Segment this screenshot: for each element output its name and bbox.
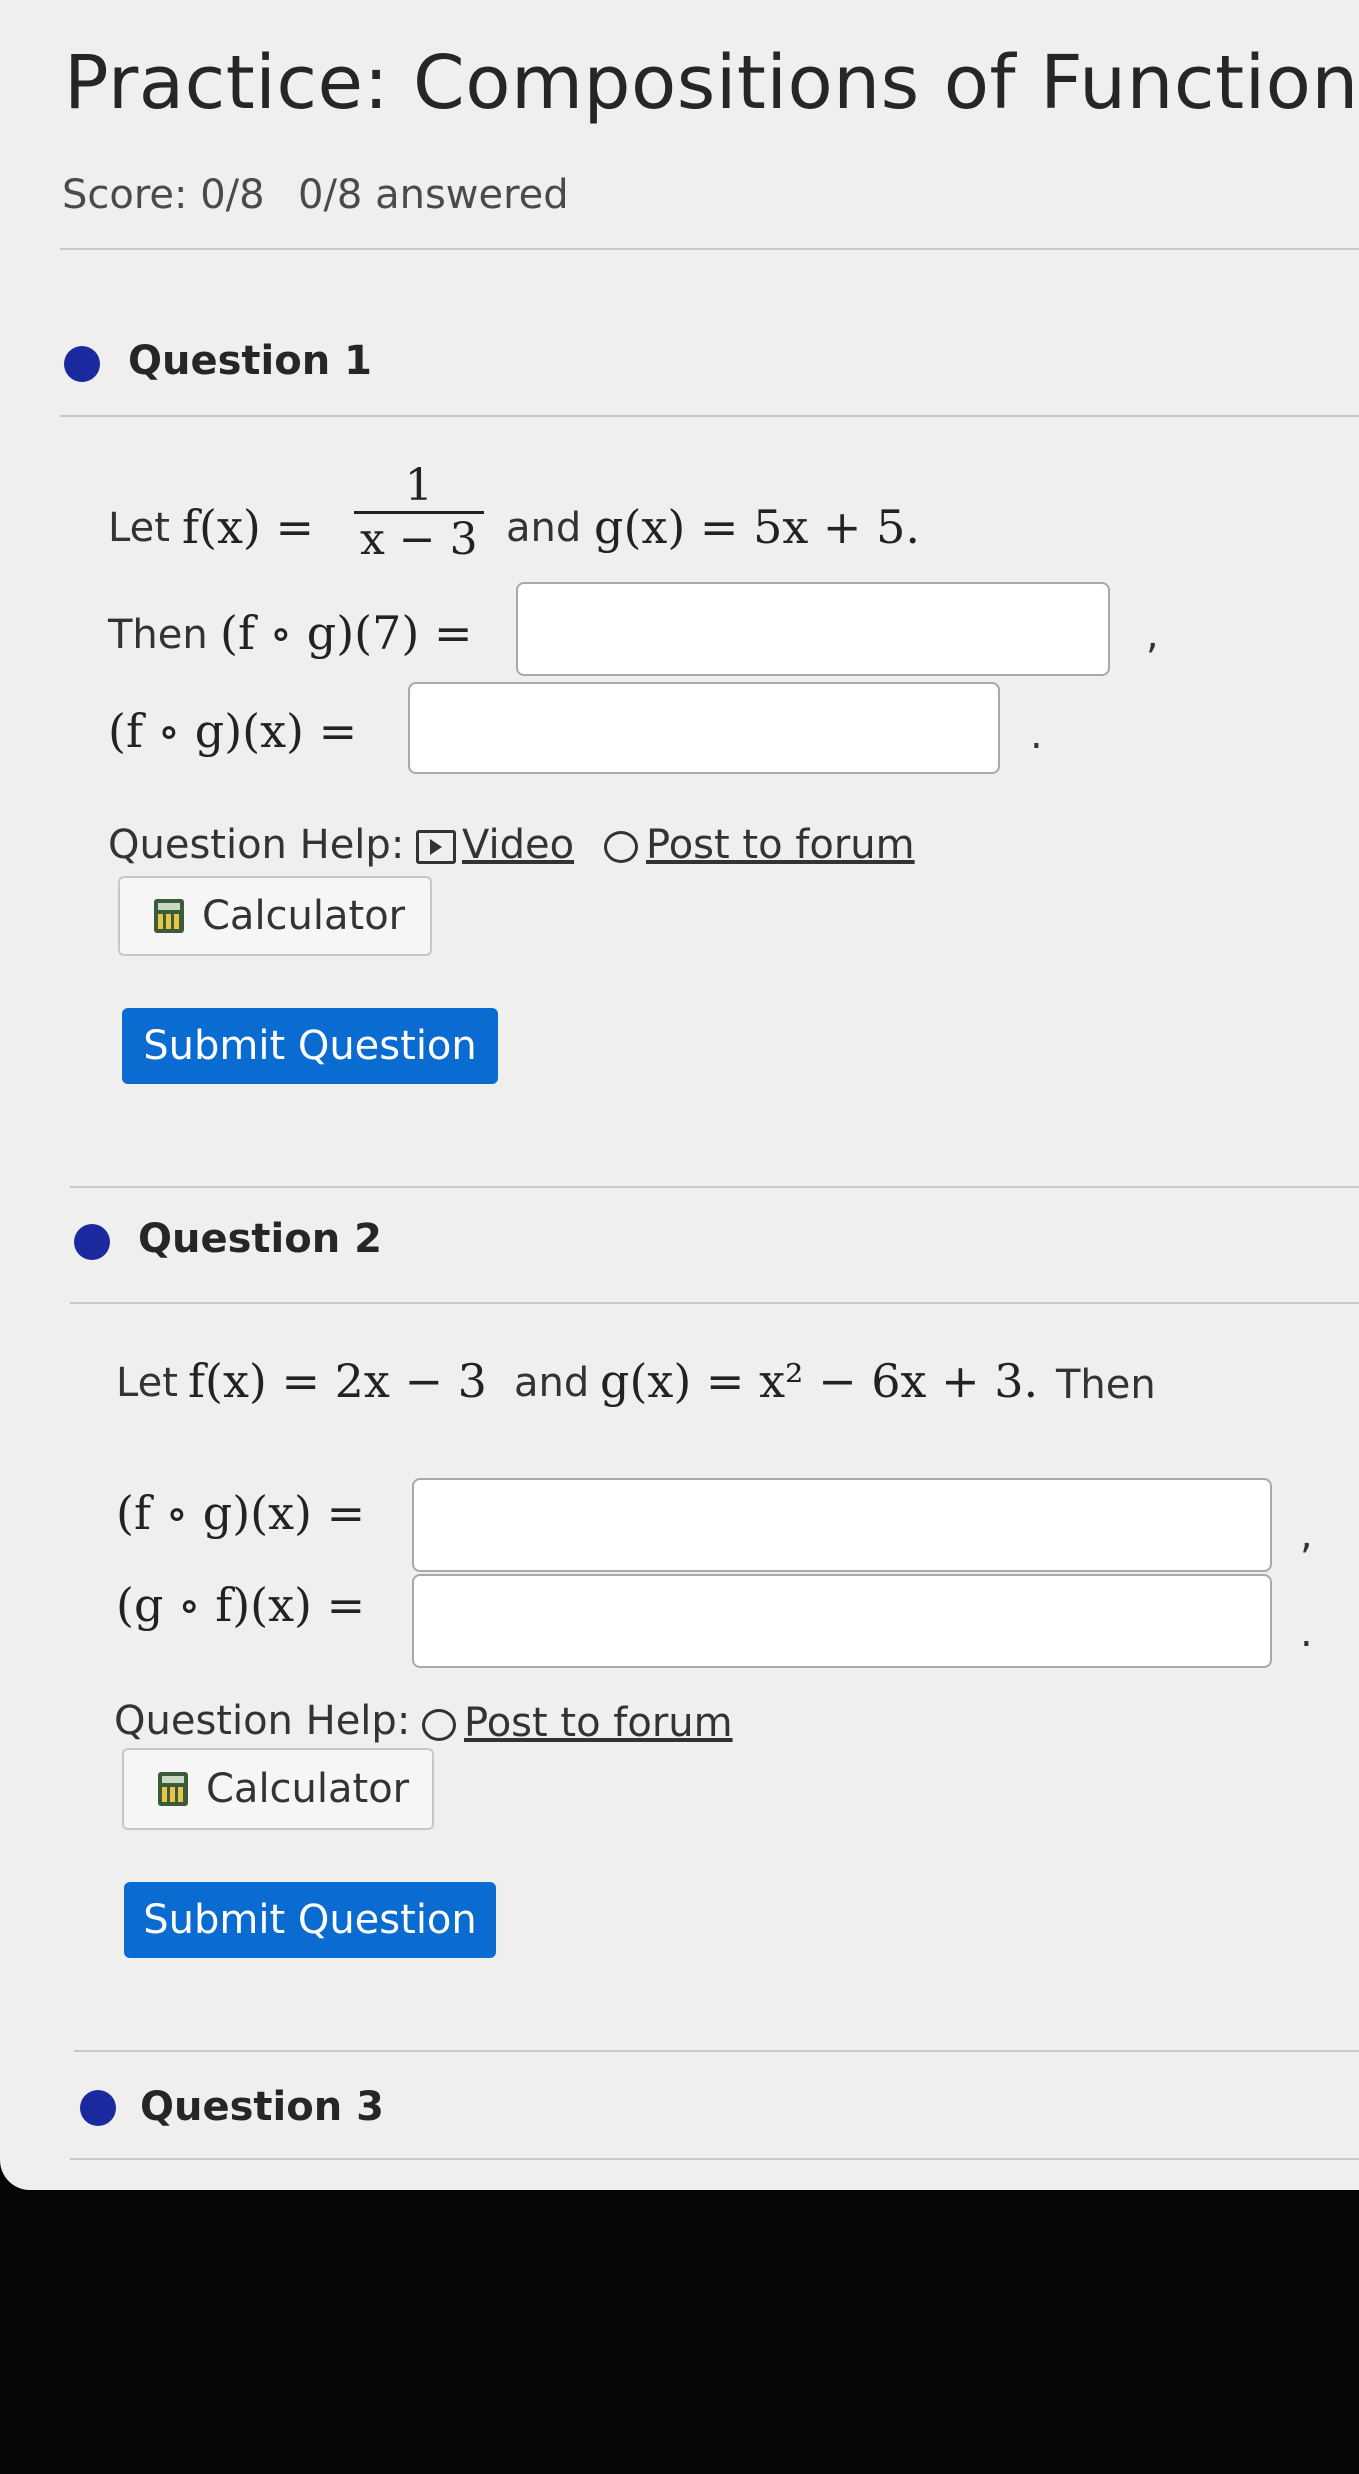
- calculator-icon: [154, 899, 184, 933]
- q1-video-link[interactable]: Video: [416, 822, 574, 868]
- question-separator: [70, 1186, 1359, 1188]
- question-separator: [74, 2050, 1359, 2052]
- question-2-title[interactable]: Question 2: [138, 1216, 382, 1262]
- question-3-title[interactable]: Question 3: [140, 2084, 384, 2130]
- video-play-icon: [416, 830, 456, 864]
- q1-f-numerator: 1: [354, 460, 484, 514]
- q1-answer-2-input[interactable]: [408, 682, 1000, 774]
- q1-calculator-button[interactable]: Calculator: [118, 876, 432, 956]
- q1-f-denominator: x − 3: [360, 514, 478, 565]
- q1-expr1: (f ∘ g)(7) =: [220, 606, 473, 660]
- q2-g-definition: g(x) = x² − 6x + 3.: [600, 1354, 1039, 1408]
- q1-expr2: (f ∘ g)(x) =: [108, 704, 358, 758]
- q1-f-fraction: 1 x − 3: [354, 460, 484, 565]
- speech-bubble-icon: [422, 1709, 456, 1741]
- calculator-icon: [158, 1772, 188, 1806]
- q2-then-text: Then: [1056, 1362, 1156, 1408]
- q1-forum-link[interactable]: Post to forum: [604, 822, 915, 868]
- q1-forum-label: Post to forum: [646, 822, 915, 868]
- q1-period: .: [1030, 712, 1043, 758]
- q2-expr2: (g ∘ f)(x) =: [116, 1578, 366, 1632]
- q2-answer-1-input[interactable]: [412, 1478, 1272, 1572]
- q1-calculator-label: Calculator: [202, 893, 406, 939]
- question-2-divider: [70, 1302, 1359, 1304]
- page: Practice: Compositions of Functions Scor…: [0, 0, 1359, 2190]
- q2-calculator-button[interactable]: Calculator: [122, 1748, 434, 1830]
- q2-f-definition: f(x) = 2x − 3: [188, 1354, 487, 1408]
- question-status-dot: [74, 1224, 110, 1260]
- q2-forum-label: Post to forum: [464, 1700, 733, 1746]
- question-1-title[interactable]: Question 1: [128, 338, 372, 384]
- answered-count: 0/8 answered: [298, 172, 569, 218]
- q1-let-text: Let: [108, 505, 170, 551]
- q2-period: .: [1300, 1610, 1313, 1656]
- question-status-dot: [80, 2090, 116, 2126]
- score-text: Score: 0/8: [62, 172, 265, 218]
- question-status-dot: [64, 346, 100, 382]
- q2-and-text: and: [514, 1360, 590, 1406]
- q1-help-label: Question Help:: [108, 822, 405, 868]
- q1-and-text: and: [506, 505, 582, 551]
- q2-forum-link[interactable]: Post to forum: [422, 1700, 733, 1746]
- speech-bubble-icon: [604, 831, 638, 863]
- q1-submit-button[interactable]: Submit Question: [122, 1008, 498, 1084]
- q1-comma: ,: [1146, 612, 1159, 658]
- q2-calculator-label: Calculator: [206, 1766, 410, 1812]
- q1-then-text: Then: [108, 612, 208, 658]
- page-title: Practice: Compositions of Functions: [64, 40, 1359, 126]
- q2-submit-button[interactable]: Submit Question: [124, 1882, 496, 1958]
- q2-let-text: Let: [116, 1360, 178, 1406]
- header-divider: [60, 248, 1359, 250]
- q2-expr1: (f ∘ g)(x) =: [116, 1486, 366, 1540]
- question-1-divider: [60, 415, 1359, 417]
- q1-video-label: Video: [462, 822, 575, 868]
- question-3-divider: [70, 2158, 1359, 2160]
- q2-comma: ,: [1300, 1512, 1313, 1558]
- q1-g-definition: g(x) = 5x + 5.: [594, 500, 920, 554]
- q1-answer-1-input[interactable]: [516, 582, 1110, 676]
- q2-answer-2-input[interactable]: [412, 1574, 1272, 1668]
- q1-f-lhs: f(x) =: [182, 500, 315, 554]
- q2-help-label: Question Help:: [114, 1698, 411, 1744]
